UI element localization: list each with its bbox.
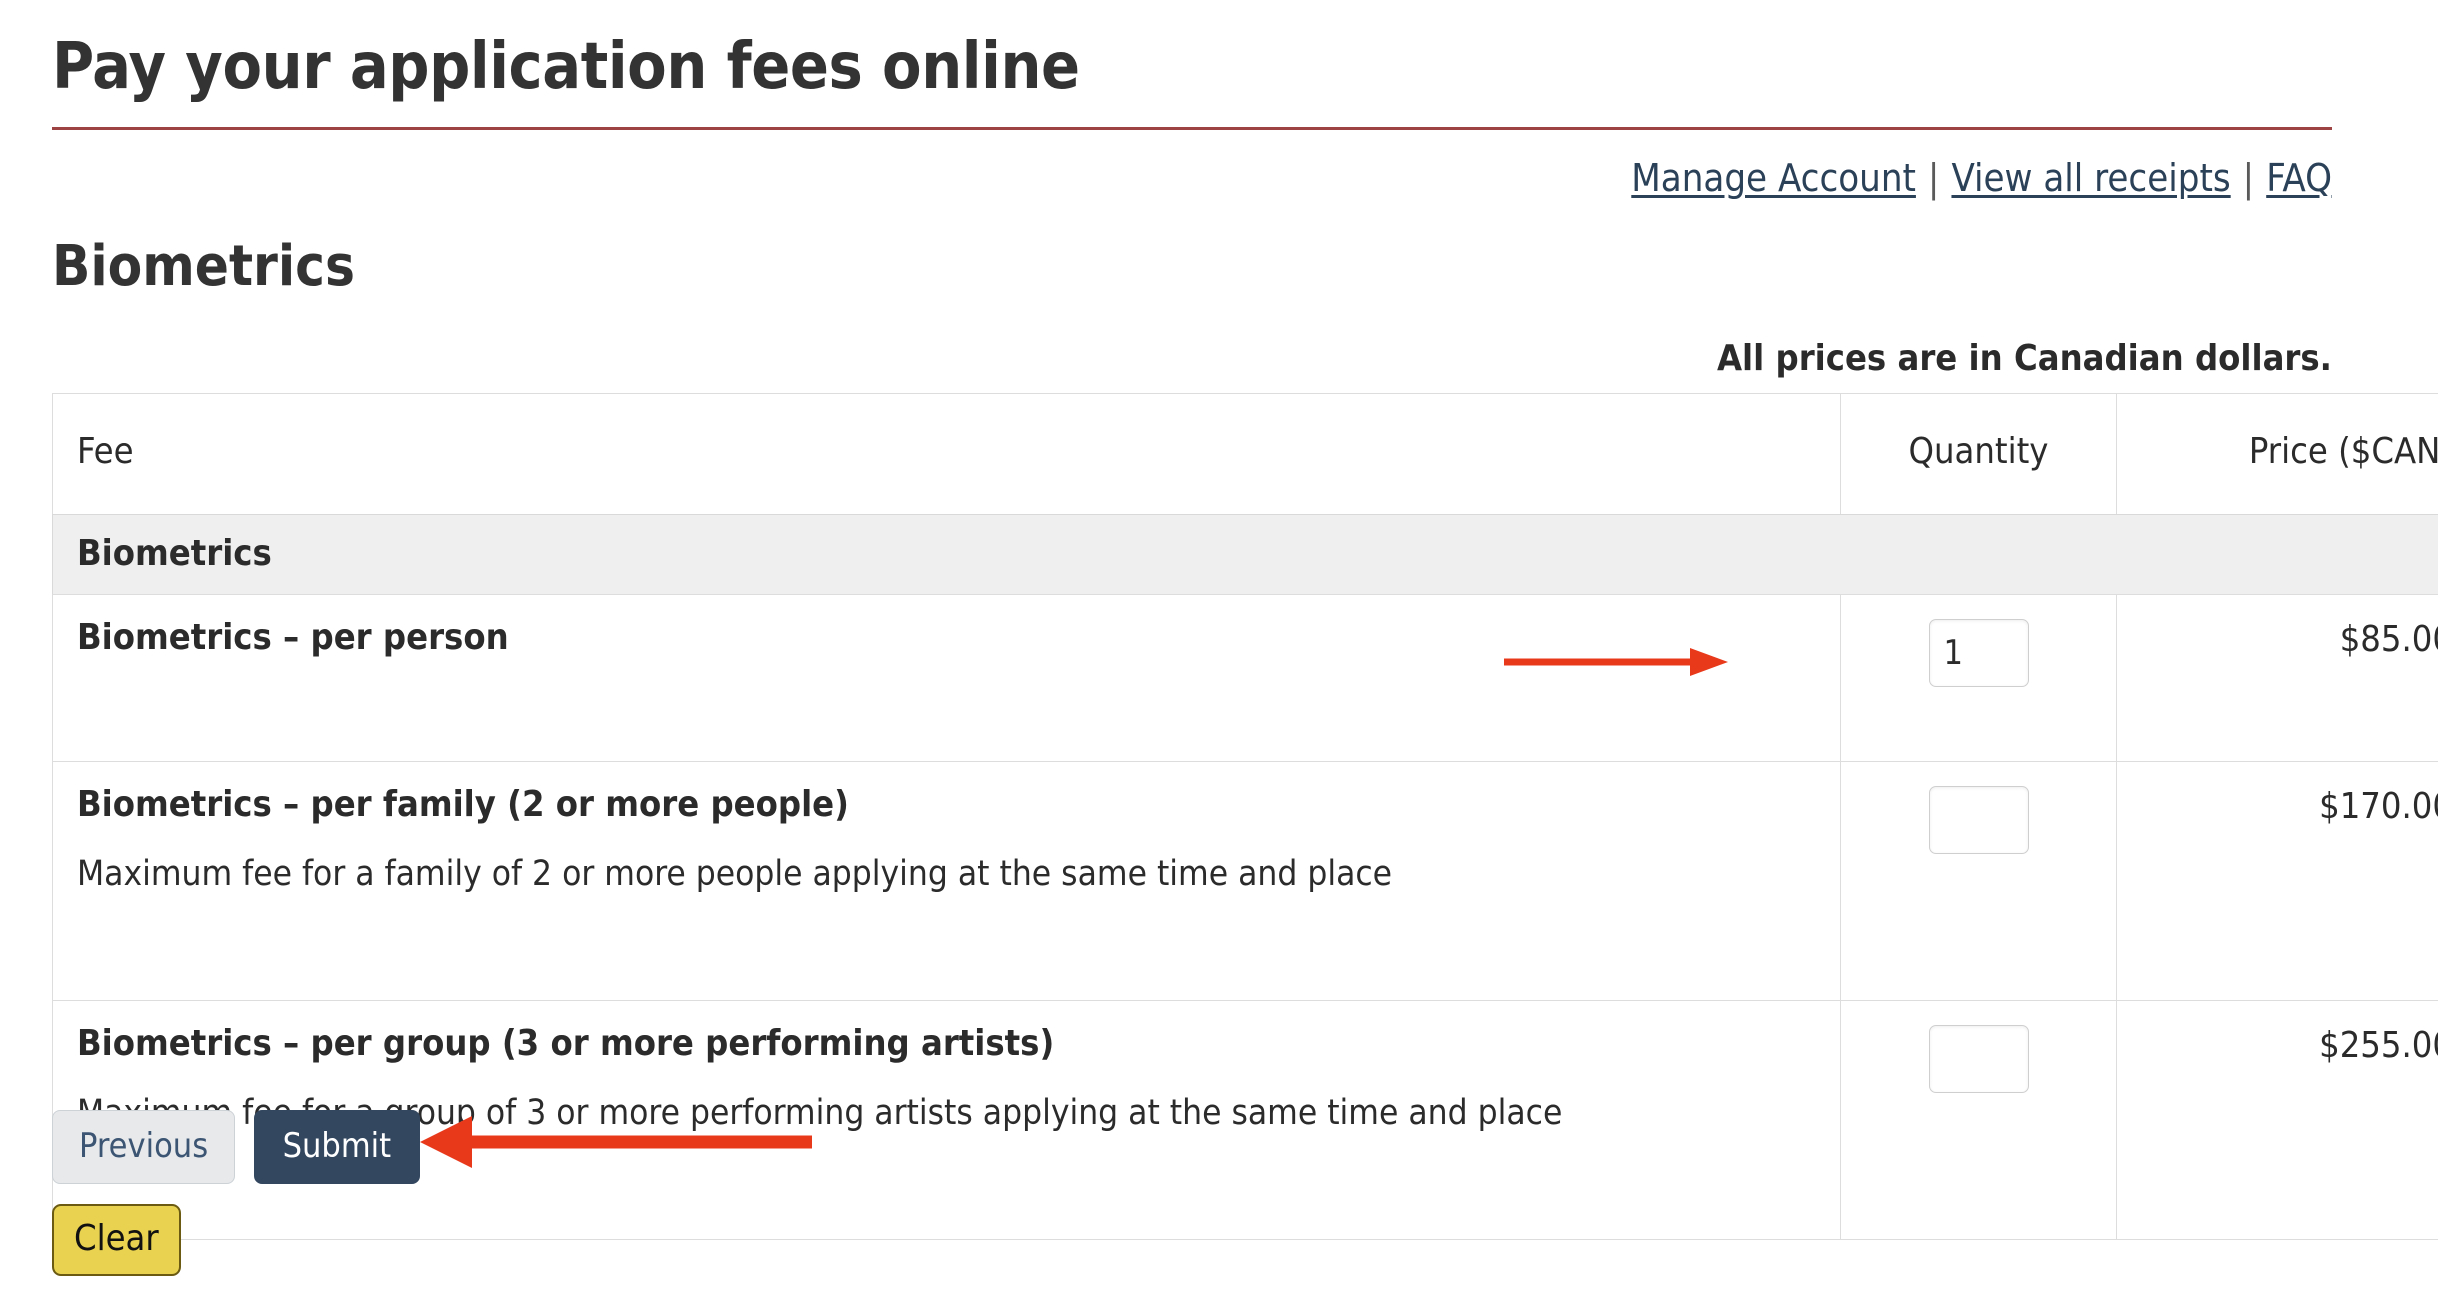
- manage-account-link[interactable]: Manage Account: [1631, 156, 1916, 200]
- link-separator-2: |: [2242, 156, 2255, 201]
- column-header-price: Price ($CAN): [2116, 392, 2438, 515]
- fee-label: Biometrics – per group (3 or more perfor…: [77, 1022, 1055, 1064]
- column-header-fee: Fee: [52, 392, 1841, 515]
- form-actions: Previous Submit: [52, 1110, 421, 1184]
- title-divider: [52, 127, 2332, 131]
- fee-group-row: Biometrics: [52, 513, 2438, 595]
- submit-button[interactable]: Submit: [253, 1110, 421, 1184]
- column-header-quantity: Quantity: [1840, 392, 2117, 515]
- fee-group-label: Biometrics: [52, 513, 2438, 595]
- quantity-cell: [1840, 760, 2117, 1001]
- view-all-receipts-link[interactable]: View all receipts: [1951, 156, 2230, 200]
- table-row: Biometrics – per person $85.00: [52, 593, 2438, 762]
- fee-label: Biometrics – per family (2 or more peopl…: [77, 783, 849, 825]
- quantity-input-per-person[interactable]: [1928, 618, 2029, 687]
- arrow-pointing-to-quantity-input: [1504, 648, 1728, 676]
- quantity-cell: [1840, 593, 2117, 762]
- quantity-input-per-family[interactable]: [1928, 785, 2029, 854]
- quantity-cell: [1840, 999, 2117, 1240]
- top-links-bar: Manage Account | View all receipts | FAQ: [52, 156, 2332, 200]
- price-cell: $85.00: [2116, 593, 2438, 762]
- fee-cell: Biometrics – per family (2 or more peopl…: [52, 760, 1841, 1001]
- previous-button[interactable]: Previous: [52, 1110, 236, 1184]
- page-title: Pay your application fees online: [52, 30, 1080, 104]
- table-row: Biometrics – per family (2 or more peopl…: [52, 760, 2438, 1001]
- fee-table-head: Fee Quantity Price ($CAN): [52, 392, 2438, 515]
- price-cell: $170.00: [2116, 760, 2438, 1001]
- page-root: Pay your application fees online Manage …: [0, 0, 2438, 1306]
- link-separator-1: |: [1927, 156, 1940, 201]
- price-cell: $255.00: [2116, 999, 2438, 1240]
- section-title: Biometrics: [52, 234, 355, 300]
- faq-link[interactable]: FAQ: [2266, 156, 2332, 200]
- quantity-input-per-group[interactable]: [1928, 1024, 2029, 1093]
- arrow-pointing-to-submit-button: [420, 1116, 812, 1168]
- currency-note: All prices are in Canadian dollars.: [1716, 337, 2332, 379]
- clear-button[interactable]: Clear: [52, 1204, 181, 1276]
- fee-description: Maximum fee for a family of 2 or more pe…: [77, 853, 1393, 894]
- table-header-row: Fee Quantity Price ($CAN): [52, 392, 2438, 515]
